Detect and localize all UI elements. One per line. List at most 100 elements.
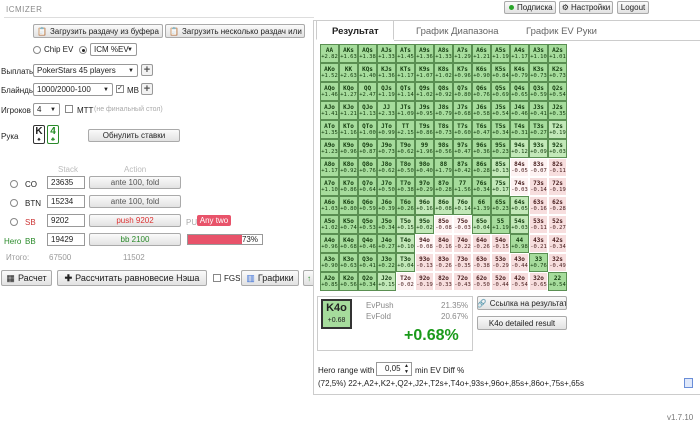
hand-cell[interactable]: 55 +1.19 bbox=[491, 215, 510, 234]
hand-cell[interactable]: AJs +1.33 bbox=[377, 44, 396, 63]
nash-button[interactable]: ✚ Рассчитать равновесие Нэша bbox=[57, 270, 207, 286]
hand-cell[interactable]: 87o +0.28 bbox=[434, 177, 453, 196]
hand-cell[interactable]: QTs +1.14 bbox=[396, 82, 415, 101]
hand-cell[interactable]: 73s -0.14 bbox=[529, 177, 548, 196]
chip-ev-radio[interactable] bbox=[33, 46, 41, 54]
hand-cell[interactable]: ATo +1.35 bbox=[320, 120, 339, 139]
reset-bets-button[interactable]: Обнулить ставки bbox=[88, 129, 180, 142]
hand-cell[interactable]: 43s -0.21 bbox=[529, 234, 548, 253]
load-multiple-button[interactable]: 📋 Загрузить несколько раздач или тур bbox=[165, 24, 305, 38]
result-link-button[interactable]: 🔗 Ссылка на результат bbox=[477, 296, 567, 310]
hand-cell[interactable]: 82s -0.11 bbox=[548, 158, 567, 177]
co-stack-input[interactable]: 23635 bbox=[47, 176, 85, 189]
hand-cell[interactable]: K4s +0.79 bbox=[510, 63, 529, 82]
hand-cell[interactable]: K8o +0.92 bbox=[339, 158, 358, 177]
hand-cell[interactable]: QJo +1.13 bbox=[358, 101, 377, 120]
hand-cell[interactable]: T5o +0.15 bbox=[396, 215, 415, 234]
hand-cell[interactable]: KQo +1.27 bbox=[339, 82, 358, 101]
sb-action-button[interactable]: push 9202 bbox=[89, 214, 181, 227]
hand-cell[interactable]: J4s +0.46 bbox=[510, 101, 529, 120]
hand-cell[interactable]: AQo +1.46 bbox=[320, 82, 339, 101]
hand-cell[interactable]: ATs +1.45 bbox=[396, 44, 415, 63]
hand-cell[interactable]: JJ +2.33 bbox=[377, 101, 396, 120]
hand-cell[interactable]: 84o -0.16 bbox=[434, 234, 453, 253]
hand-cell[interactable]: 97s +0.47 bbox=[453, 139, 472, 158]
hand-cell[interactable]: A4o +0.96 bbox=[320, 234, 339, 253]
hand-cell[interactable]: A2s +1.01 bbox=[548, 44, 567, 63]
hand-cell[interactable]: 93o -0.13 bbox=[415, 253, 434, 272]
hand-cell[interactable]: KJs +1.36 bbox=[377, 63, 396, 82]
hand-cell[interactable]: K9s +1.07 bbox=[415, 63, 434, 82]
hand-cell[interactable]: A7s +1.29 bbox=[453, 44, 472, 63]
hand-cell[interactable]: K8s +1.02 bbox=[434, 63, 453, 82]
hand-cell[interactable]: K2s +0.73 bbox=[548, 63, 567, 82]
hand-cell[interactable]: 65s +0.23 bbox=[491, 196, 510, 215]
add-payout-button[interactable]: + bbox=[141, 64, 153, 76]
hand-cell[interactable]: T6o +0.26 bbox=[396, 196, 415, 215]
hand-cell[interactable]: Q6o +0.59 bbox=[358, 196, 377, 215]
hand-cell[interactable]: J7s +0.68 bbox=[453, 101, 472, 120]
hand-cell[interactable]: AKs +1.63 bbox=[339, 44, 358, 63]
hand-cell[interactable]: Q8o +0.76 bbox=[358, 158, 377, 177]
hand-cell[interactable]: 96s +0.36 bbox=[472, 139, 491, 158]
hand-cell[interactable]: 88 +1.79 bbox=[434, 158, 453, 177]
btn-action-button[interactable]: ante 100, fold bbox=[89, 195, 181, 208]
hand-cell[interactable]: J5o +0.34 bbox=[377, 215, 396, 234]
hand-cell[interactable]: T6s +0.47 bbox=[472, 120, 491, 139]
hand-cell[interactable]: 22 +0.54 bbox=[548, 272, 567, 291]
hand-cell[interactable]: K5s +0.84 bbox=[491, 63, 510, 82]
hand-cell[interactable]: A8o +1.17 bbox=[320, 158, 339, 177]
hand-cell[interactable]: A3s +1.10 bbox=[529, 44, 548, 63]
hand-cell[interactable]: Q3o +0.41 bbox=[358, 253, 377, 272]
hand-cell[interactable]: Q2s +0.54 bbox=[548, 82, 567, 101]
hand-cell[interactable]: K6s +0.90 bbox=[472, 63, 491, 82]
load-clipboard-button[interactable]: 📋 Загрузить раздачу из буфера bbox=[33, 24, 163, 38]
hand-cell[interactable]: A5o +1.02 bbox=[320, 215, 339, 234]
hand-cell[interactable]: 65o +0.04 bbox=[472, 215, 491, 234]
hand-cell[interactable]: KQs +1.40 bbox=[358, 63, 377, 82]
hand-cell[interactable]: AKo +1.52 bbox=[320, 63, 339, 82]
hand-cell[interactable]: J9s +0.95 bbox=[415, 101, 434, 120]
hand-cell[interactable]: 96o +0.16 bbox=[415, 196, 434, 215]
hand-cell[interactable]: AQs +1.38 bbox=[358, 44, 377, 63]
hand-cell[interactable]: T7o +0.38 bbox=[396, 177, 415, 196]
hand-cell[interactable]: A8s +1.33 bbox=[434, 44, 453, 63]
hand-cell[interactable]: JTs +1.09 bbox=[396, 101, 415, 120]
hand-cell[interactable]: J3s +0.41 bbox=[529, 101, 548, 120]
hand-cell[interactable]: K4o +0.68 bbox=[339, 234, 358, 253]
hand-cell[interactable]: A2o +0.85 bbox=[320, 272, 339, 291]
hand-cell[interactable]: 42s -0.34 bbox=[548, 234, 567, 253]
hand-cell[interactable]: J6o +0.39 bbox=[377, 196, 396, 215]
blinds-select[interactable]: 1000/2000-100 ▼ bbox=[33, 83, 113, 96]
detailed-result-button[interactable]: K4o detailed result bbox=[477, 316, 567, 330]
hand-cell[interactable]: 43o -0.44 bbox=[510, 253, 529, 272]
hand-cell[interactable]: Q4s +0.65 bbox=[510, 82, 529, 101]
hand-cell[interactable]: JTo +0.99 bbox=[377, 120, 396, 139]
subscription-button[interactable]: Подписка bbox=[504, 1, 556, 14]
hand-cell[interactable]: 98s +0.56 bbox=[434, 139, 453, 158]
mtt-checkbox[interactable] bbox=[65, 105, 73, 113]
hand-cell[interactable]: 84s -0.05 bbox=[510, 158, 529, 177]
hand-cell[interactable]: 52o -0.44 bbox=[491, 272, 510, 291]
hand-cell[interactable]: 99 +1.96 bbox=[415, 139, 434, 158]
payouts-select[interactable]: PokerStars 45 players ▼ bbox=[33, 64, 138, 77]
hand-cell[interactable]: J5s +0.54 bbox=[491, 101, 510, 120]
tab-ev-chart[interactable]: График EV Руки bbox=[526, 26, 597, 37]
hand-cell[interactable]: Q2o +0.34 bbox=[358, 272, 377, 291]
hand-cell[interactable]: 74s -0.03 bbox=[510, 177, 529, 196]
hand-cell[interactable]: 92o -0.19 bbox=[415, 272, 434, 291]
hand-cell[interactable]: 73o -0.35 bbox=[453, 253, 472, 272]
tab-range-chart[interactable]: График Диапазона bbox=[416, 26, 499, 37]
hand-cell[interactable]: AJo +1.41 bbox=[320, 101, 339, 120]
hand-cell[interactable]: Q6s +0.76 bbox=[472, 82, 491, 101]
hand-cell[interactable]: 86s +0.28 bbox=[472, 158, 491, 177]
sb-stack-input[interactable]: 9202 bbox=[47, 214, 85, 227]
hand-cell[interactable]: 93s +0.09 bbox=[529, 139, 548, 158]
hand-cell[interactable]: 76o +0.14 bbox=[453, 196, 472, 215]
hand-cell[interactable]: 32s -0.49 bbox=[548, 253, 567, 272]
hand-cell[interactable]: 92s +0.03 bbox=[548, 139, 567, 158]
hand-cell[interactable]: T3o +0.04 bbox=[396, 253, 415, 272]
icm-ev-select[interactable]: ICM %EV ▼ bbox=[90, 43, 137, 56]
hand-cell[interactable]: K7o +0.86 bbox=[339, 177, 358, 196]
hand-cell[interactable]: AA +2.82 bbox=[320, 44, 339, 63]
